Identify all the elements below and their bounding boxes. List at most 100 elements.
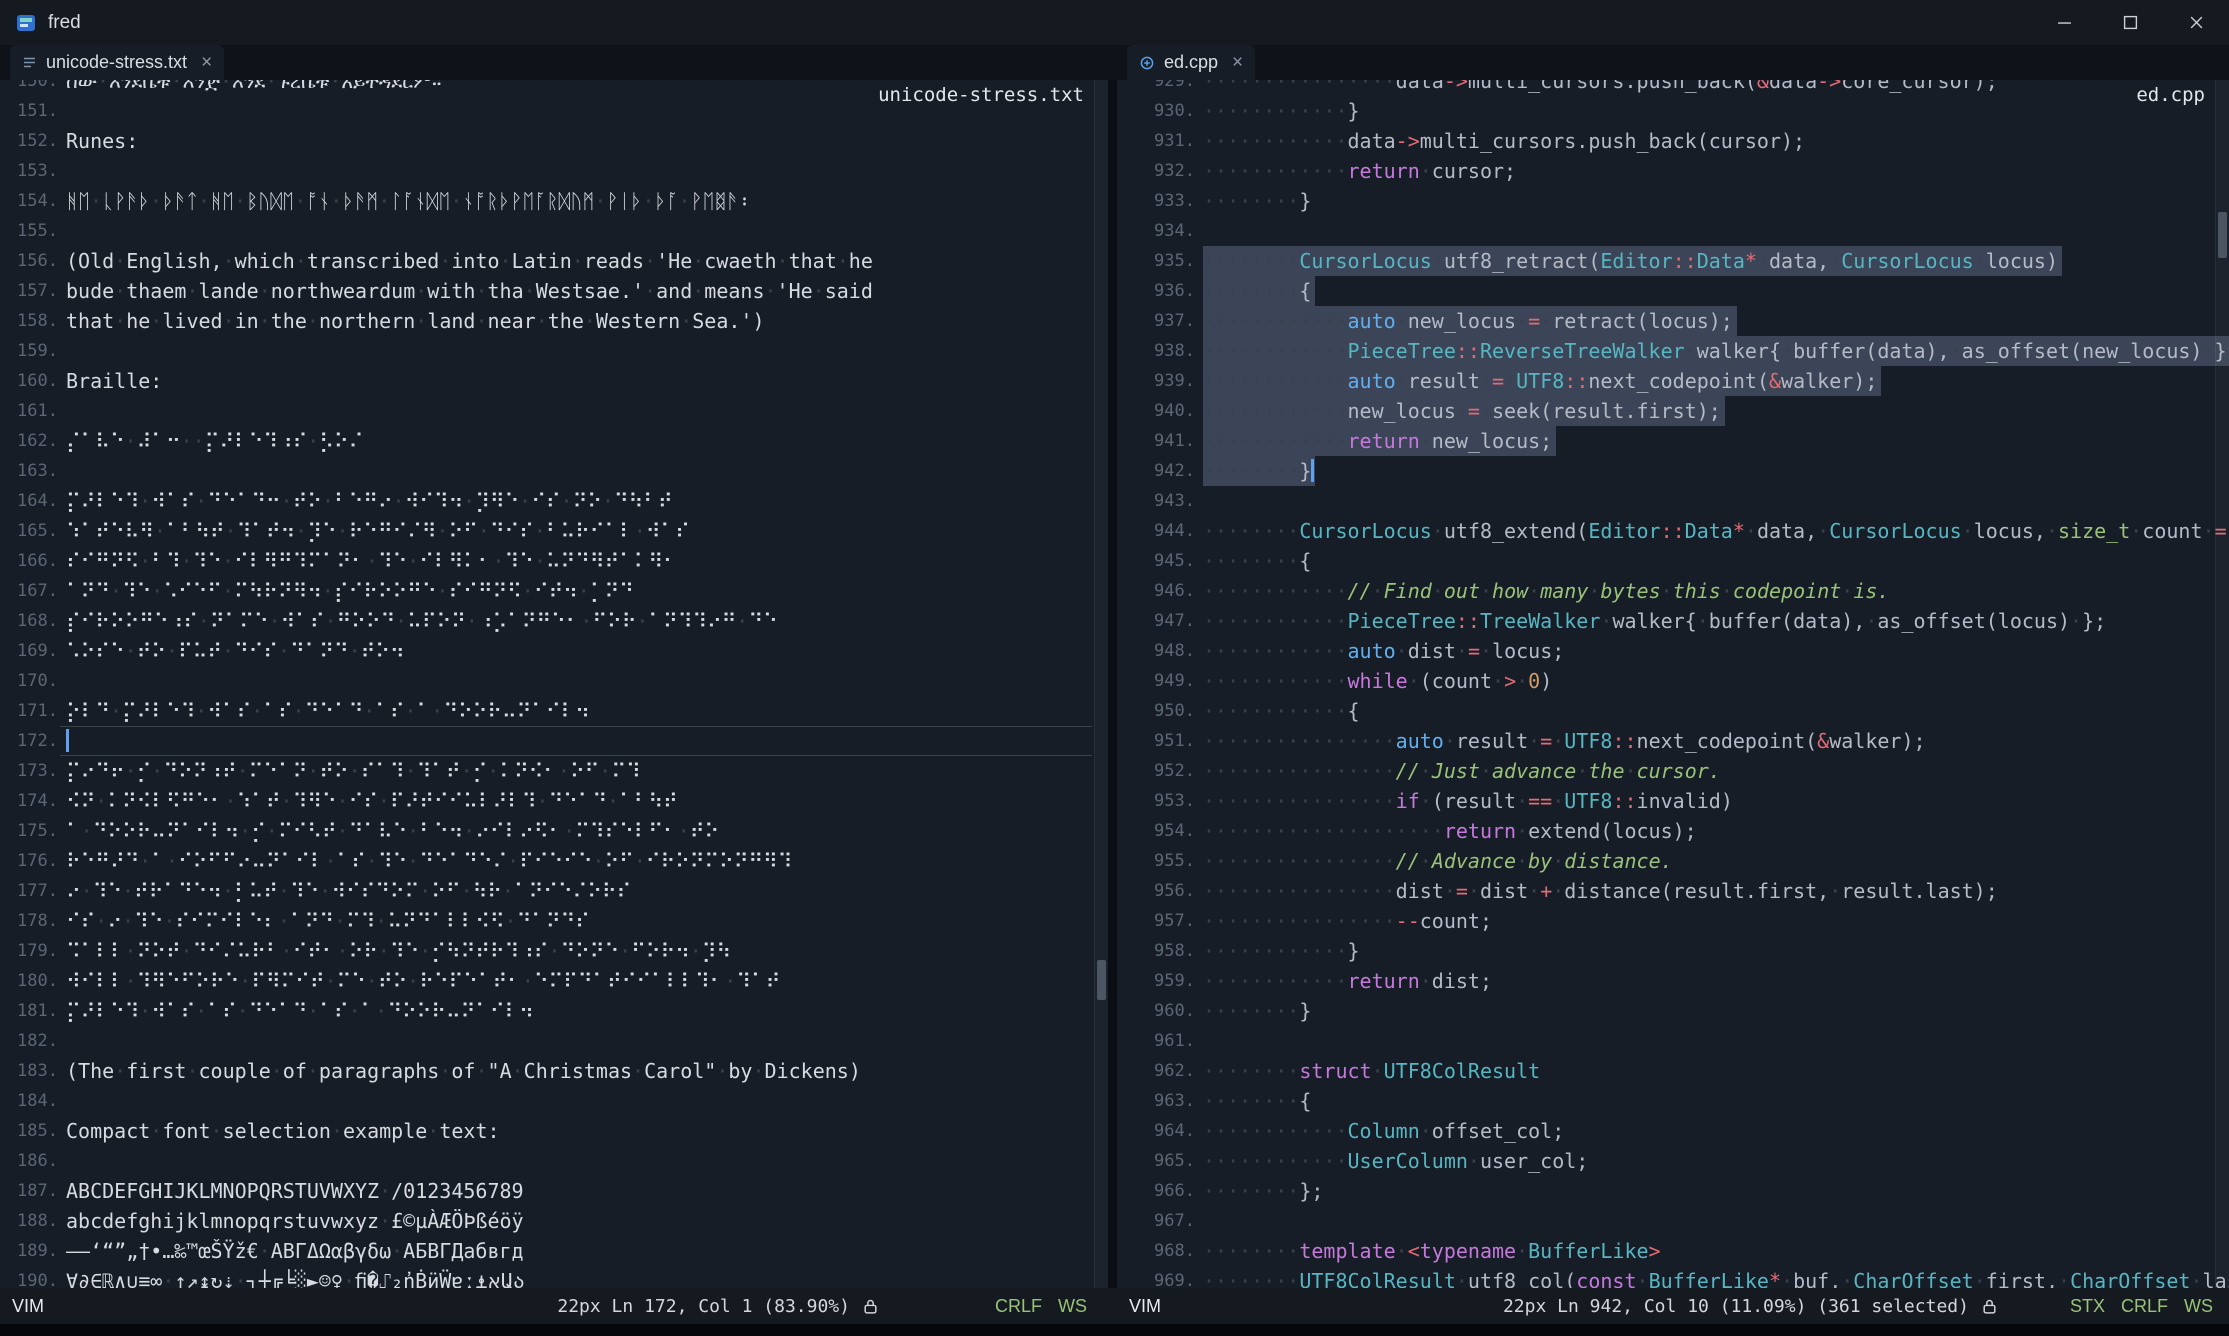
code-line-960[interactable]: 960.········} — [1145, 996, 2229, 1026]
code-line-932[interactable]: 932.············return·cursor; — [1145, 156, 2229, 186]
code-line-930[interactable]: 930.············} — [1145, 96, 2229, 126]
code-line-174[interactable]: 174.⠪⠝·⠅⠝⠪⠇⠫⠛⠑⠂·⠱⠁⠞·⠹⠻⠑·⠊⠎·⠏⠜⠞⠊⠊⠥⠇⠜⠇⠹·⠙⠑… — [8, 786, 1108, 816]
editor-pane-right[interactable]: 929.················data->multi_cursors.… — [1117, 80, 2229, 1288]
code-line-942[interactable]: 942.········} — [1145, 456, 2229, 486]
code-line-941[interactable]: 941.············return·new_locus; — [1145, 426, 2229, 456]
code-line-958[interactable]: 958.············} — [1145, 936, 2229, 966]
code-line-156[interactable]: 156.(Old·English,·which·transcribed·into… — [8, 246, 1108, 276]
code-line-168[interactable]: 168.⡎⠊⠗⠕⠕⠛⠑⠰⠎·⠝⠁⠍⠑·⠺⠁⠎·⠛⠕⠕⠙·⠥⠏⠕⠝·⠰⡡⠁⠝⠛⠑⠂… — [8, 606, 1108, 636]
tab-close-icon[interactable]: × — [1232, 53, 1243, 72]
eol-indicator[interactable]: CRLF — [2121, 1296, 2168, 1317]
eol-indicator[interactable]: CRLF — [995, 1296, 1042, 1317]
code-line-949[interactable]: 949.············while·(count·>·0) — [1145, 666, 2229, 696]
code-line-182[interactable]: 182. — [8, 1026, 1108, 1056]
code-line-170[interactable]: 170. — [8, 666, 1108, 696]
code-line-178[interactable]: 178.⠊⠎·⠔·⠹⠑·⠎⠊⠍⠊⠇⠑⠆·⠁⠝⠙·⠍⠹·⠥⠝⠙⠁⠇⠇⠪⠫·⠙⠁⠝⠙… — [8, 906, 1108, 936]
close-button[interactable] — [2163, 0, 2229, 45]
code-line-945[interactable]: 945.········{ — [1145, 546, 2229, 576]
code-line-931[interactable]: 931.············data->multi_cursors.push… — [1145, 126, 2229, 156]
code-line-936[interactable]: 936.········{ — [1145, 276, 2229, 306]
maximize-button[interactable] — [2097, 0, 2163, 45]
code-line-164[interactable]: 164.⡍⠜⠇⠑⠹·⠺⠁⠎·⠙⠑⠁⠙⠒·⠞⠕·⠃⠑⠛⠔·⠺⠊⠹⠲·⡹⠻⠑·⠊⠎·… — [8, 486, 1108, 516]
code-line-154[interactable]: 154.ᚻᛖ·ᚳᚹᚫᚦ·ᚦᚫᛏ·ᚻᛖ·ᛒᚢᛞᛖ·ᚩᚾ·ᚦᚫᛗ·ᛚᚪᚾᛞᛖ·ᚾᚩᚱ… — [8, 186, 1108, 216]
code-line-152[interactable]: 152.Runes: — [8, 126, 1108, 156]
code-line-951[interactable]: 951.················auto·result·=·UTF8::… — [1145, 726, 2229, 756]
tab-unicode-stress-txt[interactable]: unicode-stress.txt × — [10, 45, 224, 80]
vim-mode-indicator[interactable]: VIM — [1129, 1296, 1161, 1317]
code-line-933[interactable]: 933.········} — [1145, 186, 2229, 216]
code-line-183[interactable]: 183.(The·first·couple·of·paragraphs·of·"… — [8, 1056, 1108, 1086]
code-line-160[interactable]: 160.Braille: — [8, 366, 1108, 396]
code-line-190[interactable]: 190.∀∂∈ℝ∧∪≡∞·↑↗↨↻⇣·┐┼╔╘░►☺♀·ﬁ�⑀₂ἠḂӥẄɐː⍎א… — [8, 1266, 1108, 1288]
code-line-159[interactable]: 159. — [8, 336, 1108, 366]
encoding-indicator[interactable]: STX — [2070, 1296, 2105, 1317]
code-line-184[interactable]: 184. — [8, 1086, 1108, 1116]
code-line-957[interactable]: 957.················--count; — [1145, 906, 2229, 936]
code-line-181[interactable]: 181.⡍⠜⠇⠑⠹·⠺⠁⠎·⠁⠎·⠙⠑⠁⠙·⠁⠎·⠁·⠙⠕⠕⠗⠤⠝⠁⠊⠇⠲ — [8, 996, 1108, 1026]
vim-mode-indicator[interactable]: VIM — [12, 1296, 44, 1317]
code-line-964[interactable]: 964.············Column·offset_col; — [1145, 1116, 2229, 1146]
scrollbar-thumb[interactable] — [1097, 960, 1106, 1000]
code-line-180[interactable]: 180.⠺⠊⠇⠇·⠹⠻⠑⠋⠕⠗⠑·⠏⠻⠍⠊⠞·⠍⠑·⠞⠕·⠗⠑⠏⠑⠁⠞⠂·⠑⠍⠏… — [8, 966, 1108, 996]
code-line-943[interactable]: 943. — [1145, 486, 2229, 516]
code-line-177[interactable]: 177.⠔·⠹⠑·⠞⠗⠁⠙⠑⠲·⡃⠥⠞·⠹⠑·⠺⠊⠎⠙⠕⠍·⠕⠋·⠳⠗·⠁⠝⠊⠑… — [8, 876, 1108, 906]
code-line-187[interactable]: 187.ABCDEFGHIJKLMNOPQRSTUVWXYZ·/01234567… — [8, 1176, 1108, 1206]
lock-icon[interactable] — [862, 1298, 879, 1315]
code-line-169[interactable]: 169.⠡⠕⠎⠑·⠞⠕·⠏⠥⠞·⠙⠊⠎·⠙⠁⠝⠙·⠞⠕⠲ — [8, 636, 1108, 666]
pane-divider[interactable] — [1108, 80, 1117, 1288]
code-line-938[interactable]: 938.············PieceTree::ReverseTreeWa… — [1145, 336, 2229, 366]
code-line-948[interactable]: 948.············auto·dist·=·locus; — [1145, 636, 2229, 666]
code-line-153[interactable]: 153. — [8, 156, 1108, 186]
code-line-946[interactable]: 946.············//·Find·out·how·many·byt… — [1145, 576, 2229, 606]
code-line-959[interactable]: 959.············return·dist; — [1145, 966, 2229, 996]
code-line-163[interactable]: 163. — [8, 456, 1108, 486]
code-line-189[interactable]: 189.–—‘“”„†•…‰™œŠŸž€·ΑΒΓΔΩαβγδω·АБВГДабв… — [8, 1236, 1108, 1266]
tab-ed-cpp[interactable]: ed.cpp × — [1127, 45, 1255, 80]
lock-icon[interactable] — [1981, 1298, 1998, 1315]
code-line-965[interactable]: 965.············UserColumn·user_col; — [1145, 1146, 2229, 1176]
code-line-929[interactable]: 929.················data->multi_cursors.… — [1145, 80, 2229, 96]
code-line-969[interactable]: 969.········UTF8ColResult·utf8_col(const… — [1145, 1266, 2229, 1288]
code-line-935[interactable]: 935.········CursorLocus·utf8_retract(Edi… — [1145, 246, 2229, 276]
code-line-956[interactable]: 956.················dist·=·dist·+·distan… — [1145, 876, 2229, 906]
code-line-162[interactable]: 162.⡌⠁⠧⠑·⠼⠁⠒··⡍⠜⠇⠑⠹⠰⠎·⡣⠕⠌ — [8, 426, 1108, 456]
code-line-188[interactable]: 188.abcdefghijklmnopqrstuvwxyz·£©µÀÆÖÞßé… — [8, 1206, 1108, 1236]
code-line-161[interactable]: 161. — [8, 396, 1108, 426]
code-line-963[interactable]: 963.········{ — [1145, 1086, 2229, 1116]
code-line-937[interactable]: 937.············auto·new_locus·=·retract… — [1145, 306, 2229, 336]
code-line-173[interactable]: 173.⡍⠔⠙⠖·⡊·⠙⠕⠝⠰⠞·⠍⠑⠁⠝·⠞⠕·⠎⠁⠹·⠹⠁⠞·⡊·⠅⠝⠪⠂·… — [8, 756, 1108, 786]
minimize-button[interactable] — [2031, 0, 2097, 45]
code-line-186[interactable]: 186. — [8, 1146, 1108, 1176]
code-line-157[interactable]: 157.bude·thaem·lande·northweardum·with·t… — [8, 276, 1108, 306]
code-line-940[interactable]: 940.············new_locus·=·seek(result.… — [1145, 396, 2229, 426]
code-line-954[interactable]: 954.····················return·extend(lo… — [1145, 816, 2229, 846]
code-line-166[interactable]: 166.⠎⠊⠛⠝⠫·⠃⠹·⠹⠑·⠊⠇⠻⠛⠹⠍⠁⠝⠂·⠹⠑·⠊⠇⠻⠅⠂·⠹⠑·⠥⠝… — [8, 546, 1108, 576]
code-line-175[interactable]: 175.⠁·⠙⠕⠕⠗⠤⠝⠁⠊⠇⠲·⡊·⠍⠊⠣⠞·⠙⠁⠧⠑·⠃⠑⠲·⠔⠊⠇⠔⠫⠂·… — [8, 816, 1108, 846]
code-line-172[interactable]: 172. — [8, 726, 1108, 756]
code-line-165[interactable]: 165.⠱⠁⠞⠑⠧⠻·⠁⠃⠳⠞·⠹⠁⠞⠲·⡹⠑·⠗⠑⠛⠊⠌⠻·⠕⠋·⠙⠊⠎·⠃⠥… — [8, 516, 1108, 546]
code-line-176[interactable]: 176.⠗⠑⠛⠜⠙·⠁·⠊⠕⠋⠋⠔⠤⠝⠁⠊⠇·⠁⠎·⠹⠑·⠙⠑⠁⠙⠑⠌·⠏⠊⠑⠊… — [8, 846, 1108, 876]
scrollbar-right[interactable] — [2215, 80, 2229, 1288]
code-line-961[interactable]: 961. — [1145, 1026, 2229, 1056]
code-line-939[interactable]: 939.············auto·result·=·UTF8::next… — [1145, 366, 2229, 396]
scrollbar-left[interactable] — [1094, 80, 1108, 1288]
code-line-962[interactable]: 962.········struct·UTF8ColResult — [1145, 1056, 2229, 1086]
whitespace-indicator[interactable]: WS — [2184, 1296, 2213, 1317]
code-line-185[interactable]: 185.Compact·font·selection·example·text: — [8, 1116, 1108, 1146]
code-line-968[interactable]: 968.········template·<typename·BufferLik… — [1145, 1236, 2229, 1266]
code-line-953[interactable]: 953.················if·(result·==·UTF8::… — [1145, 786, 2229, 816]
code-line-179[interactable]: 179.⠩⠁⠇⠇·⠝⠕⠞·⠙⠊⠌⠥⠗⠃·⠊⠞⠂·⠕⠗·⠹⠑·⡊⠳⠝⠞⠗⠹⠰⠎·⠙… — [8, 936, 1108, 966]
code-line-952[interactable]: 952.················//·Just·advance·the·… — [1145, 756, 2229, 786]
code-line-171[interactable]: 171.⡕⠇⠙·⡍⠜⠇⠑⠹·⠺⠁⠎·⠁⠎·⠙⠑⠁⠙·⠁⠎·⠁·⠙⠕⠕⠗⠤⠝⠁⠊⠇… — [8, 696, 1108, 726]
code-line-950[interactable]: 950.············{ — [1145, 696, 2229, 726]
code-line-158[interactable]: 158.that·he·lived·in·the·northern·land·n… — [8, 306, 1108, 336]
code-line-934[interactable]: 934. — [1145, 216, 2229, 246]
code-line-947[interactable]: 947.············PieceTree::TreeWalker·wa… — [1145, 606, 2229, 636]
code-line-167[interactable]: 167.⠁⠝⠙·⠹⠑·⠡⠊⠑⠋·⠍⠳⠗⠝⠻⠲·⡎⠊⠗⠕⠕⠛⠑·⠎⠊⠛⠝⠫·⠊⠞⠲… — [8, 576, 1108, 606]
code-line-967[interactable]: 967. — [1145, 1206, 2229, 1236]
editor-pane-left[interactable]: 150.ሰው·እንደቤቱ·እንጅ·እንደ·ጉረቤቱ·አይተዳደርም።151.15… — [0, 80, 1108, 1288]
code-line-955[interactable]: 955.················//·Advance·by·distan… — [1145, 846, 2229, 876]
code-line-966[interactable]: 966.········}; — [1145, 1176, 2229, 1206]
code-line-155[interactable]: 155. — [8, 216, 1108, 246]
scrollbar-thumb[interactable] — [2218, 212, 2227, 258]
